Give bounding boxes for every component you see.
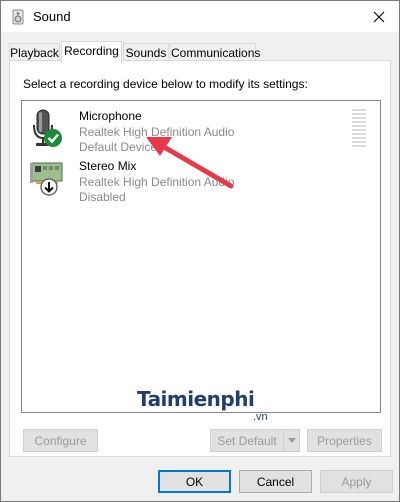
device-status: Disabled [79, 190, 126, 204]
watermark-logo: Taimienphi .vn [137, 387, 297, 427]
default-check-badge [44, 129, 62, 147]
device-description: Realtek High Definition Audio [79, 175, 235, 189]
sound-card-icon [30, 162, 63, 196]
device-description: Realtek High Definition Audio [79, 125, 235, 139]
ok-button[interactable]: OK [158, 470, 231, 493]
set-default-button[interactable]: Set Default [210, 429, 300, 452]
window-title: Sound [33, 9, 71, 24]
speaker-icon [12, 9, 24, 25]
tab-recording[interactable]: Recording [61, 41, 122, 63]
instruction-text: Select a recording device below to modif… [23, 77, 308, 91]
device-name: Stereo Mix [79, 159, 137, 173]
device-list[interactable]: Microphone Realtek High Definition Audio… [21, 100, 381, 423]
apply-button[interactable]: Apply [320, 470, 393, 493]
chevron-down-icon [287, 438, 296, 443]
cancel-button[interactable]: Cancel [239, 470, 312, 493]
microphone-icon [33, 109, 62, 147]
level-meter [352, 109, 366, 149]
list-item-stereo-mix[interactable]: Stereo Mix Realtek High Definition Audio… [22, 151, 380, 204]
close-icon [373, 11, 385, 22]
watermark-brand: Taimienphi [137, 387, 255, 411]
properties-button[interactable]: Properties [307, 429, 382, 452]
set-default-dropdown[interactable] [283, 430, 299, 451]
device-name: Microphone [79, 109, 142, 123]
title-bar: Sound [1, 1, 399, 32]
configure-button[interactable]: Configure [23, 429, 98, 452]
close-button[interactable] [359, 1, 399, 32]
recording-panel: Select a recording device below to modif… [9, 60, 391, 457]
list-item-microphone[interactable]: Microphone Realtek High Definition Audio… [22, 101, 380, 154]
watermark-suffix: .vn [253, 411, 268, 423]
sound-dialog: Sound Playback Recording Sounds Communic… [0, 0, 400, 502]
